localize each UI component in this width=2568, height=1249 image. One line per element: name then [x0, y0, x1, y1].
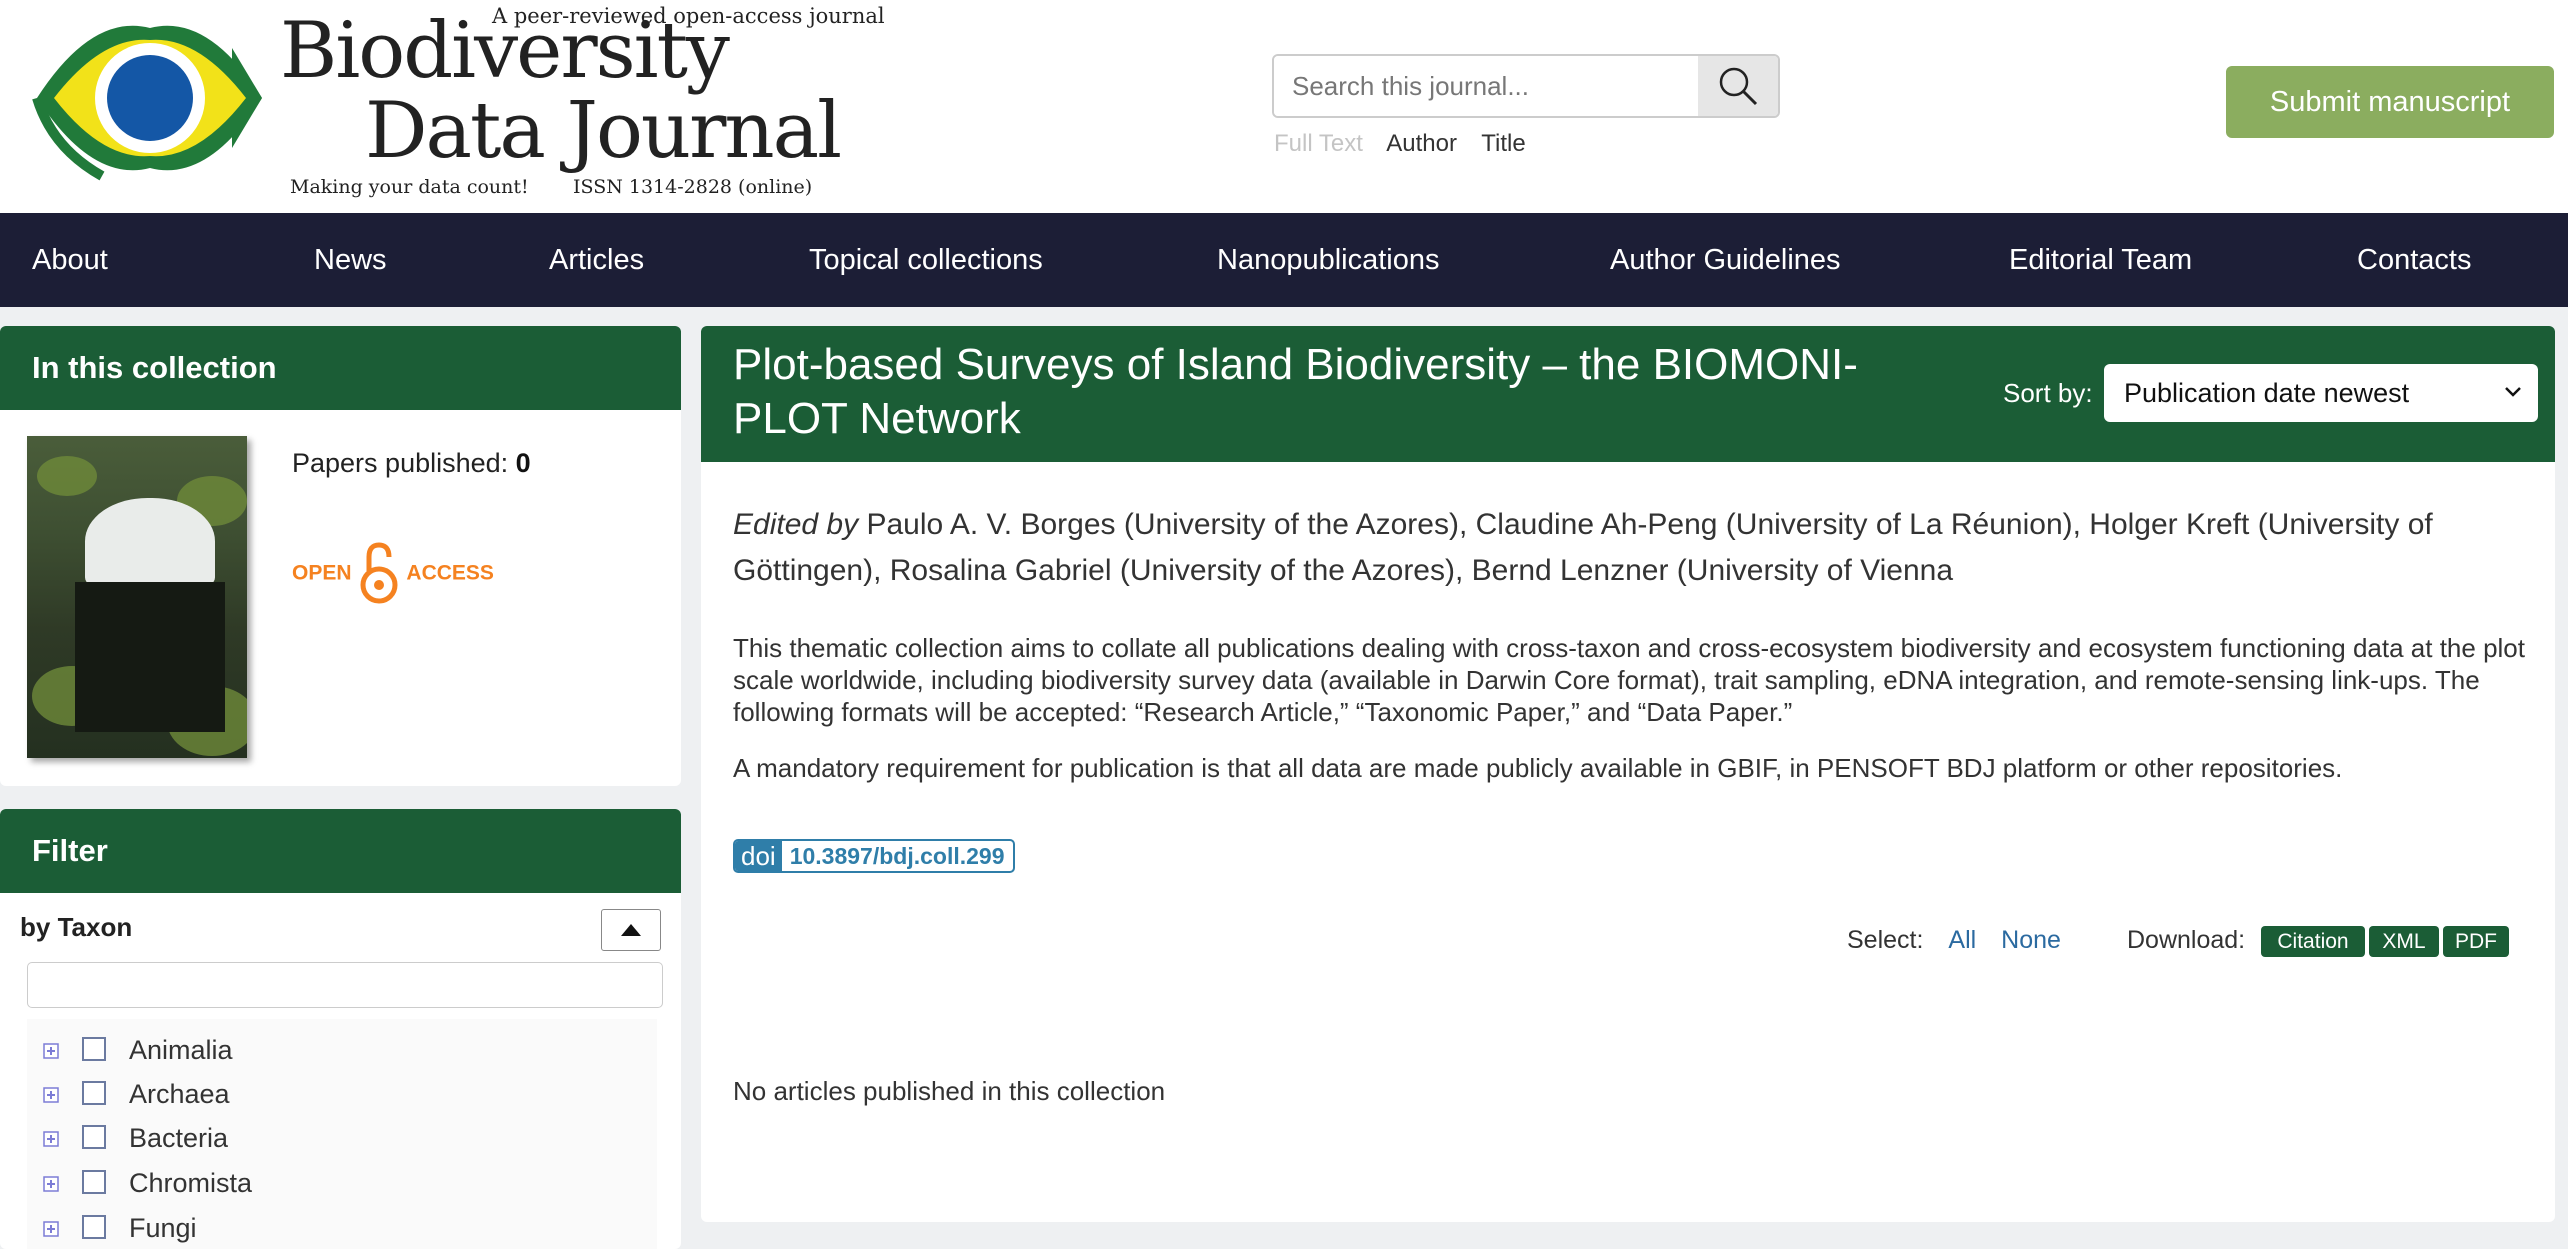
filter-heading: Filter	[0, 809, 681, 893]
search-scope-title[interactable]: Title	[1481, 130, 1525, 157]
nav-topical-collections[interactable]: Topical collections	[809, 213, 1043, 307]
search-scope-fulltext[interactable]: Full Text	[1274, 130, 1363, 157]
taxon-label: Chromista	[129, 1168, 253, 1198]
nav-editorial-team[interactable]: Editorial Team	[2009, 213, 2192, 307]
main-nav: About News Articles Topical collections …	[0, 213, 2568, 307]
journal-title-line1: Biodiversity	[280, 6, 730, 96]
doi-value: 10.3897/bdj.coll.299	[789, 843, 1005, 869]
expand-node-icon[interactable]	[43, 1131, 59, 1147]
nav-news[interactable]: News	[314, 213, 387, 307]
select-label: Select:	[1847, 926, 1924, 954]
taxon-checkbox[interactable]	[82, 1125, 106, 1149]
nav-author-guidelines[interactable]: Author Guidelines	[1610, 213, 1841, 307]
search-scope-author[interactable]: Author	[1386, 130, 1457, 157]
collection-editors: Edited by Paulo A. V. Borges (University…	[733, 502, 2533, 594]
journal-logo[interactable]: A peer-reviewed open-access journal Biod…	[32, 0, 885, 213]
taxon-checkbox[interactable]	[82, 1081, 106, 1105]
search-box	[1272, 54, 1780, 118]
collection-info-heading: In this collection	[0, 326, 681, 410]
open-access-left: OPEN	[292, 561, 352, 585]
collection-requirement: A mandatory requirement for publication …	[733, 753, 2343, 783]
collection-main-panel: Plot-based Surveys of Island Biodiversit…	[701, 326, 2555, 1222]
taxon-label: Bacteria	[129, 1123, 229, 1153]
collection-title: Plot-based Surveys of Island Biodiversit…	[733, 340, 1858, 443]
sort-selected-value: Publication date newest	[2124, 378, 2410, 408]
edited-by-label: Edited by	[733, 508, 859, 541]
filter-panel: Filter by Taxon Animalia Archaea Bacteri…	[0, 809, 681, 1249]
nav-articles[interactable]: Articles	[549, 213, 644, 307]
select-none-link[interactable]: None	[2001, 926, 2061, 954]
eye-logo-icon	[32, 25, 262, 181]
expand-node-icon[interactable]	[43, 1087, 59, 1103]
taxon-tree: Animalia Archaea Bacteria Chromista Fung…	[27, 1019, 657, 1249]
taxon-collapse-button[interactable]	[601, 909, 661, 951]
select-controls: Select: All None	[1847, 926, 2061, 955]
caret-up-icon	[621, 924, 641, 936]
download-citation-button[interactable]: Citation	[2261, 926, 2365, 957]
doi-tag: doi	[735, 841, 782, 871]
search-scope-options: Full Text Author Title	[1274, 130, 1544, 158]
search-input[interactable]	[1274, 56, 1698, 116]
submit-manuscript-button[interactable]: Submit manuscript	[2226, 66, 2554, 138]
filter-by-taxon-label: by Taxon	[20, 912, 133, 942]
collection-header: Plot-based Surveys of Island Biodiversit…	[701, 326, 2555, 462]
doi-link[interactable]: doi 10.3897/bdj.coll.299	[733, 839, 1015, 873]
open-access-lock-icon	[360, 542, 398, 604]
sort-select[interactable]: Publication date newest	[2104, 364, 2538, 422]
sort-label: Sort by:	[2003, 378, 2093, 408]
taxon-search-input[interactable]	[27, 962, 663, 1008]
open-access-badge: OPEN ACCESS	[292, 541, 494, 607]
open-access-right: ACCESS	[406, 561, 494, 585]
site-header: A peer-reviewed open-access journal Biod…	[0, 0, 2568, 213]
collection-info-panel: In this collection Papers published: 0 O…	[0, 326, 681, 786]
download-label: Download:	[2127, 926, 2246, 954]
nav-about[interactable]: About	[32, 213, 108, 307]
expand-node-icon[interactable]	[43, 1221, 59, 1237]
search-icon	[1719, 67, 1758, 106]
expand-node-icon[interactable]	[43, 1043, 59, 1059]
search-button[interactable]	[1698, 56, 1778, 116]
taxon-label: Archaea	[129, 1079, 230, 1109]
collection-cover-image[interactable]	[27, 436, 247, 758]
taxon-checkbox[interactable]	[82, 1037, 106, 1061]
nav-contacts[interactable]: Contacts	[2357, 213, 2471, 307]
select-all-link[interactable]: All	[1948, 926, 1976, 954]
taxon-checkbox[interactable]	[82, 1170, 106, 1194]
taxon-label: Fungi	[129, 1213, 197, 1243]
editors-list: Paulo A. V. Borges (University of the Az…	[733, 508, 2433, 587]
expand-node-icon[interactable]	[43, 1176, 59, 1192]
journal-title-line2: Data Journal	[365, 86, 842, 176]
download-xml-button[interactable]: XML	[2369, 926, 2439, 957]
collection-description: This thematic collection aims to collate…	[733, 633, 2525, 727]
journal-slogan: Making your data count!	[290, 176, 529, 198]
nav-nanopublications[interactable]: Nanopublications	[1217, 213, 1439, 307]
papers-published-count: 0	[515, 448, 531, 478]
taxon-label: Animalia	[129, 1035, 233, 1065]
chevron-down-icon	[2505, 387, 2521, 397]
journal-issn: ISSN 1314-2828 (online)	[573, 176, 813, 198]
empty-articles-message: No articles published in this collection	[733, 1076, 1166, 1106]
download-pdf-button[interactable]: PDF	[2443, 926, 2509, 957]
papers-published: Papers published: 0	[292, 448, 531, 479]
taxon-checkbox[interactable]	[82, 1215, 106, 1239]
papers-published-label: Papers published:	[292, 448, 509, 478]
